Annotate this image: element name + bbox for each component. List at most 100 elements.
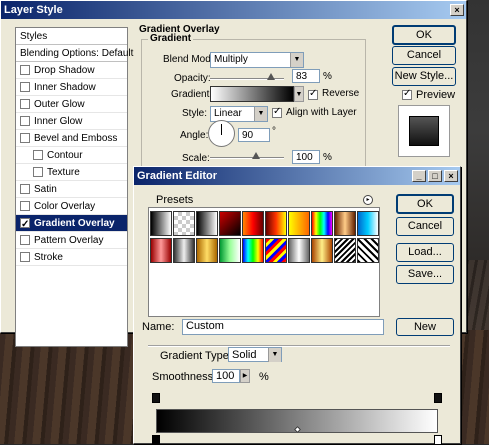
preset-swatch[interactable]: [219, 211, 241, 236]
preview-checkbox[interactable]: [402, 88, 412, 100]
minimize-icon[interactable]: _: [412, 170, 426, 182]
gradient-type-select[interactable]: Solid ▼: [228, 347, 282, 362]
name-label: Name:: [142, 321, 175, 333]
styles-list-item[interactable]: Inner Glow: [16, 113, 127, 130]
opacity-field[interactable]: 83: [292, 69, 320, 83]
preset-swatch[interactable]: [311, 238, 333, 263]
preset-swatch[interactable]: [219, 238, 241, 263]
styles-list-label: Color Overlay: [34, 200, 96, 212]
preset-swatch[interactable]: [173, 238, 195, 263]
style-checkbox[interactable]: [20, 116, 30, 126]
chevron-down-icon: ▼: [290, 53, 303, 67]
style-checkbox[interactable]: [33, 150, 43, 160]
ge-ok-button[interactable]: OK: [396, 194, 454, 214]
style-checkbox[interactable]: [20, 235, 30, 245]
style-checkbox[interactable]: [20, 184, 30, 194]
angle-label: Angle:: [180, 130, 209, 141]
styles-list-item[interactable]: Styles: [16, 28, 127, 45]
align-checkbox[interactable]: [272, 106, 282, 118]
styles-list-label: Inner Shadow: [34, 81, 96, 93]
gradient-editor-titlebar[interactable]: Gradient Editor _ □ ×: [134, 167, 460, 185]
style-checkbox[interactable]: [20, 99, 30, 109]
styles-list-label: Bevel and Emboss: [34, 132, 118, 144]
preset-swatch[interactable]: [357, 211, 379, 236]
close-icon[interactable]: ×: [444, 170, 458, 182]
scale-field[interactable]: 100: [292, 150, 320, 164]
preset-swatch[interactable]: [196, 238, 218, 263]
style-checkbox[interactable]: [20, 216, 30, 233]
styles-list-label: Contour: [47, 149, 83, 161]
close-icon[interactable]: ×: [450, 4, 464, 16]
preset-swatch[interactable]: [288, 238, 310, 263]
preset-swatch[interactable]: [265, 238, 287, 263]
ge-cancel-button[interactable]: Cancel: [396, 217, 454, 236]
styles-list-item[interactable]: Stroke: [16, 249, 127, 266]
style-checkbox[interactable]: [20, 82, 30, 92]
styles-list-item[interactable]: Outer Glow: [16, 96, 127, 113]
name-input[interactable]: Custom: [182, 319, 384, 335]
cancel-button[interactable]: Cancel: [392, 46, 456, 65]
styles-list-item[interactable]: Inner Shadow: [16, 79, 127, 96]
new-style-button[interactable]: New Style...: [392, 67, 456, 86]
chevron-down-icon: ▼: [254, 107, 267, 121]
save-button[interactable]: Save...: [396, 265, 454, 284]
layer-style-titlebar[interactable]: Layer Style ×: [1, 1, 466, 19]
styles-list-item[interactable]: Satin: [16, 181, 127, 198]
gradient-swatch[interactable]: [210, 86, 294, 102]
preview-thumbnail: [398, 105, 450, 157]
ok-button[interactable]: OK: [392, 25, 456, 45]
preset-swatch[interactable]: [196, 211, 218, 236]
styles-list-item[interactable]: Contour: [16, 147, 127, 164]
scale-slider-thumb[interactable]: [252, 152, 260, 159]
styles-list-label: Drop Shadow: [34, 64, 95, 76]
opacity-label: Opacity:: [174, 73, 211, 84]
styles-list-item[interactable]: Drop Shadow: [16, 62, 127, 79]
preset-swatch[interactable]: [150, 211, 172, 236]
angle-needle: [221, 124, 222, 135]
preset-swatch[interactable]: [265, 211, 287, 236]
preset-swatch[interactable]: [150, 238, 172, 263]
preset-swatch[interactable]: [288, 211, 310, 236]
scale-slider[interactable]: [210, 157, 284, 159]
load-button[interactable]: Load...: [396, 243, 454, 262]
new-button[interactable]: New: [396, 318, 454, 336]
style-checkbox[interactable]: [20, 65, 30, 75]
angle-field[interactable]: 90: [238, 128, 270, 142]
style-checkbox[interactable]: [33, 167, 43, 177]
scale-label: Scale:: [182, 153, 210, 164]
opacity-slider-thumb[interactable]: [267, 73, 276, 80]
reverse-checkbox[interactable]: [308, 88, 318, 100]
styles-list-item[interactable]: Texture: [16, 164, 127, 181]
angle-dial[interactable]: [208, 120, 235, 147]
preset-swatch[interactable]: [173, 211, 195, 236]
smoothness-field[interactable]: 100: [212, 369, 240, 383]
preset-swatch[interactable]: [334, 238, 356, 263]
maximize-icon[interactable]: □: [428, 170, 442, 182]
style-checkbox[interactable]: [20, 201, 30, 211]
style-checkbox[interactable]: [20, 133, 30, 143]
styles-list-label: Inner Glow: [34, 115, 83, 127]
preset-swatch[interactable]: [242, 238, 264, 263]
presets-grid: [148, 207, 380, 317]
presets-label: Presets: [156, 194, 194, 206]
styles-list-item[interactable]: Bevel and Emboss: [16, 130, 127, 147]
opacity-stop-right[interactable]: [434, 393, 442, 403]
preset-swatch[interactable]: [311, 211, 333, 236]
blend-mode-select[interactable]: Multiply ▼: [210, 52, 304, 68]
styles-list-item[interactable]: Color Overlay: [16, 198, 127, 215]
chevron-right-icon[interactable]: ▶: [240, 369, 250, 383]
styles-list-item[interactable]: Gradient Overlay: [16, 215, 127, 233]
preset-swatch[interactable]: [334, 211, 356, 236]
style-checkbox[interactable]: [20, 252, 30, 262]
styles-list-item[interactable]: Blending Options: Default: [16, 45, 133, 62]
opacity-stop-left[interactable]: [152, 393, 160, 403]
smoothness-unit: %: [259, 371, 269, 383]
styles-list-item[interactable]: Pattern Overlay: [16, 232, 127, 249]
gradient-group: Gradient Blend Mode: Multiply ▼ Opacity:…: [141, 33, 366, 179]
chevron-down-icon[interactable]: ▼: [294, 86, 304, 102]
presets-menu-icon[interactable]: ▸: [363, 195, 373, 205]
preset-swatch[interactable]: [357, 238, 379, 263]
preset-swatch[interactable]: [242, 211, 264, 236]
preview-label: Preview: [416, 89, 456, 101]
align-label: Align with Layer: [286, 107, 357, 118]
